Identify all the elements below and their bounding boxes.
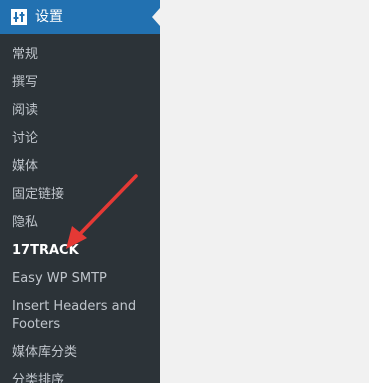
- submenu-item-easy-wp-smtp[interactable]: Easy WP SMTP: [0, 265, 160, 293]
- submenu-item-writing[interactable]: 撰写: [0, 69, 160, 97]
- settings-sliders-icon: [11, 9, 27, 25]
- submenu-item-discussion[interactable]: 讨论: [0, 125, 160, 153]
- wp-admin-page: 设置 常规 撰写 阅读 讨论 媒体 固定链接 隐私 17TRACK Easy W…: [0, 0, 369, 383]
- submenu-item-media[interactable]: 媒体: [0, 153, 160, 181]
- submenu-item-permalinks[interactable]: 固定链接: [0, 181, 160, 209]
- submenu-item-17track[interactable]: 17TRACK: [0, 237, 160, 265]
- submenu-item-insert-headers-footers[interactable]: Insert Headers and Footers: [0, 293, 160, 339]
- submenu-item-general[interactable]: 常规: [0, 41, 160, 69]
- current-menu-pointer: [152, 8, 160, 26]
- settings-menu-header[interactable]: 设置: [0, 0, 160, 34]
- settings-menu-title: 设置: [35, 9, 63, 25]
- submenu-item-reading[interactable]: 阅读: [0, 97, 160, 125]
- settings-submenu: 常规 撰写 阅读 讨论 媒体 固定链接 隐私 17TRACK Easy WP S…: [0, 41, 160, 383]
- submenu-item-media-library-categories[interactable]: 媒体库分类: [0, 339, 160, 367]
- admin-sidebar: 设置 常规 撰写 阅读 讨论 媒体 固定链接 隐私 17TRACK Easy W…: [0, 0, 160, 383]
- submenu-item-category-order[interactable]: 分类排序: [0, 367, 160, 383]
- submenu-item-privacy[interactable]: 隐私: [0, 209, 160, 237]
